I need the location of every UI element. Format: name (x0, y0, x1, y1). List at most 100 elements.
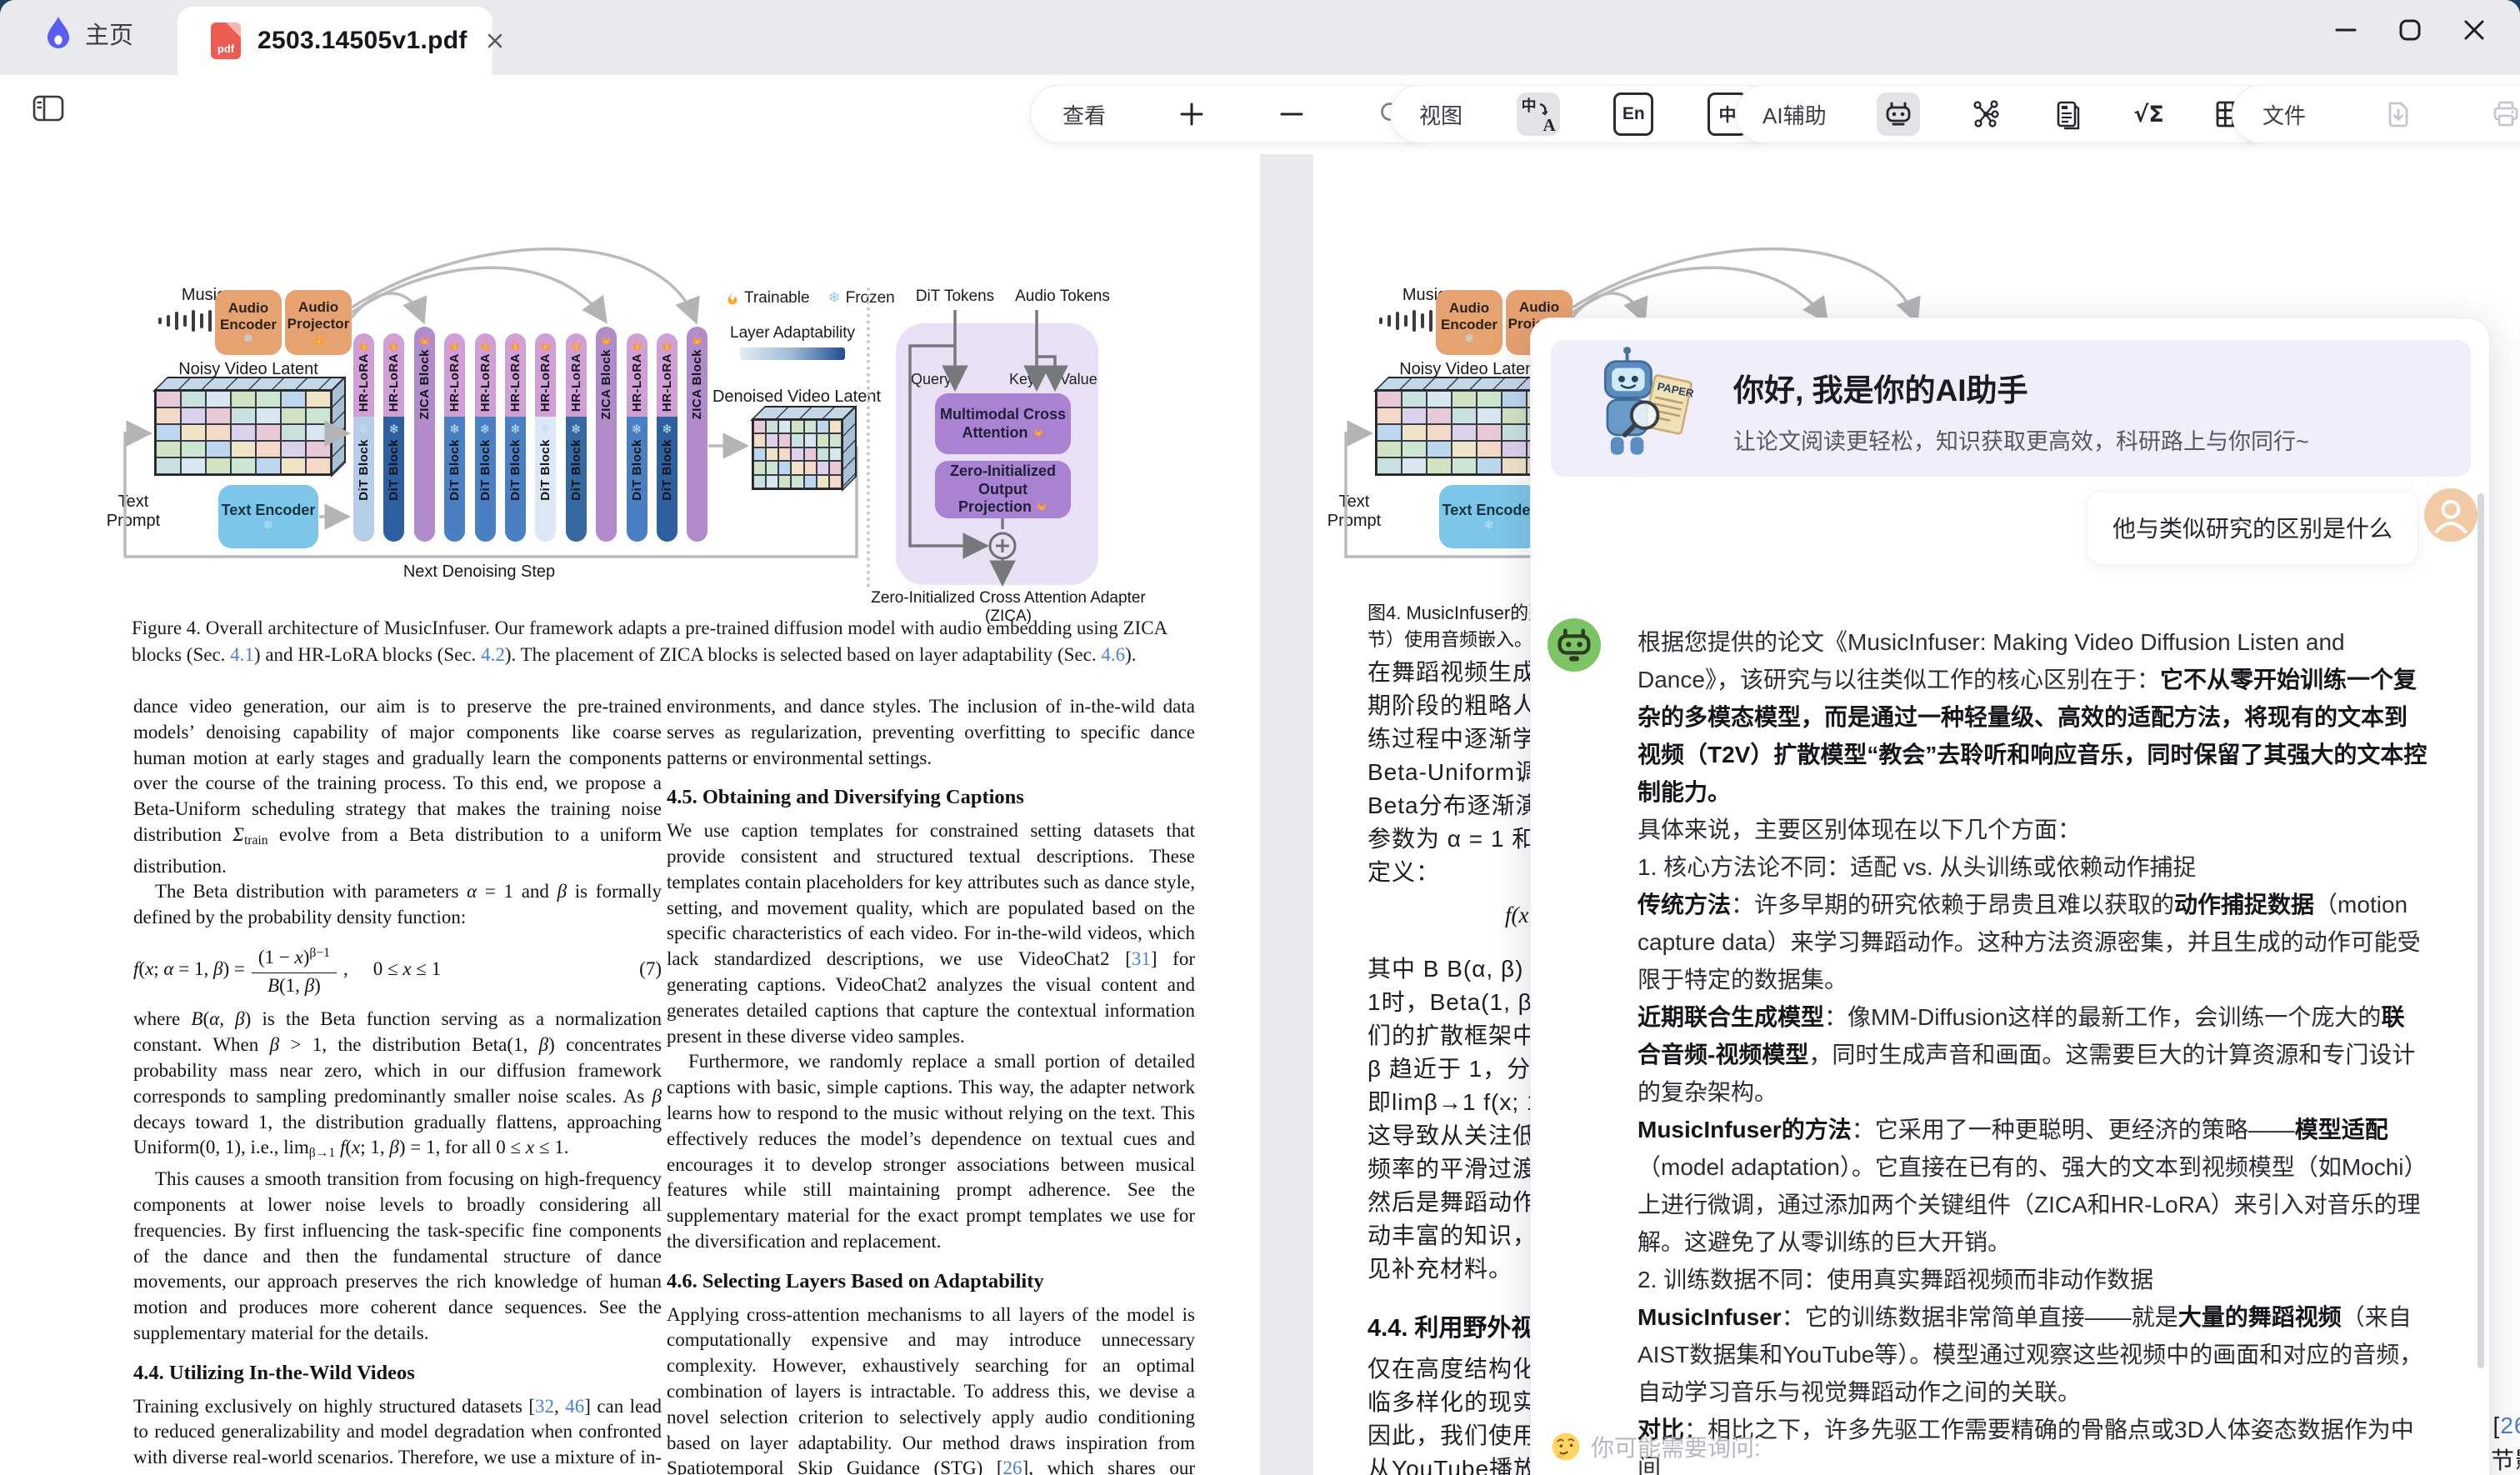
audio-tokens-label: Audio Tokens (1010, 288, 1115, 306)
paragraph: Applying cross-attention mechanisms to a… (667, 1302, 1195, 1475)
user-message-bubble: 他与类似研究的区别是什么 (2087, 490, 2418, 565)
hr-lora-cap: HR-LoRA (383, 333, 404, 417)
noisy-latent-cube (1375, 389, 1553, 476)
translate-icon[interactable]: 中A (1517, 92, 1560, 136)
zoom-out-icon[interactable] (1278, 101, 1305, 128)
paragraph: Training exclusively on highly structure… (133, 1394, 662, 1475)
assistant-message-paragraph: 传统方法：许多早期的研究依赖于昂贵且难以获取的动作捕捉数据（motion cap… (1638, 886, 2428, 998)
window-maximize-button[interactable] (2398, 18, 2422, 46)
paragraph: dance video generation, our aim is to pr… (133, 694, 662, 879)
assistant-message-paragraph: 根据您提供的论文《MusicInfuser: Making Video Diff… (1638, 623, 2428, 811)
figure-divider (867, 288, 870, 588)
paragraph: The Beta distribution with parameters α … (133, 879, 662, 931)
frozen-icon: ❄ (358, 423, 369, 436)
ai-assist-menu-button[interactable]: AI辅助 (1762, 99, 1827, 130)
hr-lora-cap: HR-LoRA (657, 333, 678, 417)
app-window: 主页 pdf 2503.14505v1.pdf 查看 视图 (0, 0, 2520, 1475)
text-encoder-box: Text Encoder❄ (1439, 485, 1539, 548)
paragraph: Furthermore, we randomly replace a small… (667, 1049, 1195, 1254)
print-icon[interactable] (2491, 99, 2520, 129)
section-heading: 4.4. Utilizing In-the-Wild Videos (133, 1361, 662, 1387)
formula-icon[interactable]: √Σ (2133, 102, 2163, 128)
dit-tokens-label: DiT Tokens (908, 288, 1002, 306)
suggested-questions-row: 你可能需要询问: (1551, 1430, 1761, 1463)
fire-icon (539, 338, 552, 352)
zica-block-bar: ZICA Block (687, 327, 708, 542)
assistant-header-card: PAPER 你好, 我是你的AI助手 让论文阅读更轻松，知识获取更高效，科研路上… (1551, 340, 2471, 477)
pdf-file-icon: pdf (211, 22, 241, 59)
fire-icon (1032, 424, 1044, 438)
view-tool-group: 查看 (1030, 85, 1438, 143)
frozen-icon: ❄ (243, 332, 254, 345)
fire-icon (448, 338, 461, 352)
assistant-response: 根据您提供的论文《MusicInfuser: Making Video Diff… (1638, 623, 2428, 1475)
hr-lora-cap: HR-LoRA (627, 333, 648, 417)
assistant-message-paragraph: MusicInfuser：它的训练数据非常简单直接——就是大量的舞蹈视频（来自A… (1638, 1298, 2428, 1411)
frozen-icon: ❄ (1464, 332, 1475, 345)
app-logo-drop-icon (43, 15, 73, 52)
hr-lora-cap: HR-LoRA (444, 333, 465, 417)
translate-to-english-button[interactable]: En (1613, 92, 1653, 136)
fire-icon (312, 332, 325, 346)
layout-menu-button[interactable]: 视图 (1419, 99, 1462, 130)
paragraph: We use caption templates for constrained… (667, 818, 1195, 1049)
window-minimize-button[interactable] (2335, 19, 2357, 45)
file-tool-group: 文件 (2232, 85, 2520, 143)
pdf-page-english: Music Audio Encoder❄ Audio Projector Noi… (83, 154, 1260, 1475)
text-prompt-label: Text Prompt (92, 492, 175, 531)
sidebar-toggle-icon[interactable] (32, 93, 65, 128)
zero-init-projection-box: Zero-Initialized Output Projection (935, 461, 1071, 518)
view-menu-button[interactable]: 查看 (1062, 99, 1106, 130)
chat-scrollbar[interactable] (2478, 493, 2484, 1368)
home-tab[interactable]: 主页 (43, 15, 133, 52)
section-heading: 4.6. Selecting Layers Based on Adaptabil… (667, 1269, 1195, 1295)
text-line: 节）使用音频嵌入。Z (1368, 627, 1547, 653)
assistant-subtitle: 让论文阅读更轻松，知识获取更高效，科研路上与你同行~ (1733, 423, 2309, 456)
layer-adaptability-label: Layer Adaptability (719, 324, 866, 342)
pdf-tab-title: 2503.14505v1.pdf (258, 27, 468, 55)
fire-icon (1036, 498, 1048, 512)
paragraph: where B(α, β) is the Beta function servi… (133, 1007, 662, 1167)
frozen-icon: ❄ (571, 423, 582, 436)
multimodal-cross-attention-box: Multimodal Cross Attention (935, 393, 1071, 454)
zoom-in-icon[interactable] (1178, 101, 1205, 128)
figure-caption-line2: blocks (Sec. 4.1) and HR-LoRA blocks (Se… (132, 644, 1210, 666)
hr-lora-cap: HR-LoRA (475, 333, 496, 417)
zica-adapter-panel (896, 323, 1098, 585)
file-menu-button[interactable]: 文件 (2262, 99, 2306, 130)
download-icon[interactable] (2383, 99, 2413, 129)
next-step-label: Next Denoising Step (379, 562, 579, 582)
hr-lora-cap: HR-LoRA (505, 333, 526, 417)
audio-encoder-box: Audio Encoder❄ (215, 290, 282, 355)
assistant-avatar (1548, 618, 1601, 672)
fire-icon (661, 338, 673, 352)
frozen-icon: ❄ (389, 423, 400, 436)
paragraph: environments, and dance styles. The incl… (667, 694, 1195, 771)
denoised-latent-label: Denoised Video Latent (712, 388, 882, 407)
knowledge-graph-icon[interactable] (1970, 98, 2002, 130)
fire-icon (726, 291, 739, 306)
zica-block-bar: ZICA Block (414, 327, 435, 542)
fire-icon (691, 332, 703, 346)
paragraph: This causes a smooth transition from foc… (133, 1167, 662, 1347)
assistant-message-paragraph: 2. 训练数据不同：使用真实舞蹈视频而非动作数据 (1638, 1261, 2428, 1298)
assistant-message-paragraph: 1. 核心方法论不同：适配 vs. 从头训练或依赖动作捕捉 (1638, 848, 2428, 886)
assistant-message-paragraph: 具体来说，主要区别体现在以下几个方面： (1638, 811, 2428, 848)
pdf-tab[interactable]: pdf 2503.14505v1.pdf (178, 7, 492, 75)
ai-robot-icon[interactable] (1877, 92, 1920, 136)
zh-figure-caption: 图4. MusicInfuser的整节）使用音频嵌入。Z (1368, 600, 1547, 653)
paper-column-left: dance video generation, our aim is to pr… (133, 694, 662, 1475)
window-close-button[interactable] (2463, 19, 2485, 45)
fire-icon (418, 332, 431, 346)
tab-close-icon[interactable] (486, 32, 504, 50)
home-tab-label: 主页 (85, 16, 133, 51)
fire-icon (570, 338, 582, 352)
fire-icon (509, 338, 522, 352)
fire-icon (479, 338, 492, 352)
dit-blocks-row: HR-LoRA❄DiT BlockHR-LoRA❄DiT BlockZICA B… (353, 327, 803, 545)
assistant-title: 你好, 我是你的AI助手 (1733, 365, 2028, 410)
document-canvas[interactable]: Music Audio Encoder❄ Audio Projector Noi… (0, 154, 2520, 1475)
layout-tool-group: 视图 中A En 中 (1390, 85, 1777, 143)
notes-summary-icon[interactable] (2052, 98, 2083, 130)
fire-icon (600, 332, 612, 346)
